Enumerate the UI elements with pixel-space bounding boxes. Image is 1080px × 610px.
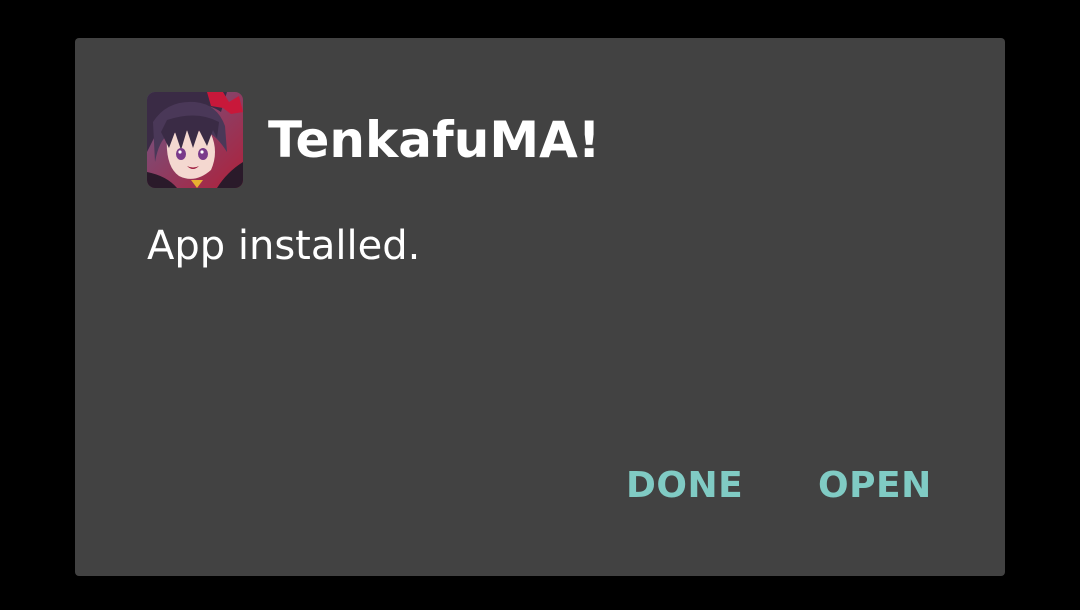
install-complete-dialog: TenkafuMA! App installed. DONE OPEN (75, 38, 1005, 576)
app-icon (147, 92, 243, 188)
app-name: TenkafuMA! (268, 111, 601, 169)
open-button[interactable]: OPEN (818, 458, 931, 514)
app-icon-graphic (147, 92, 243, 188)
done-button[interactable]: DONE (626, 458, 743, 514)
install-status-message: App installed. (147, 223, 421, 269)
